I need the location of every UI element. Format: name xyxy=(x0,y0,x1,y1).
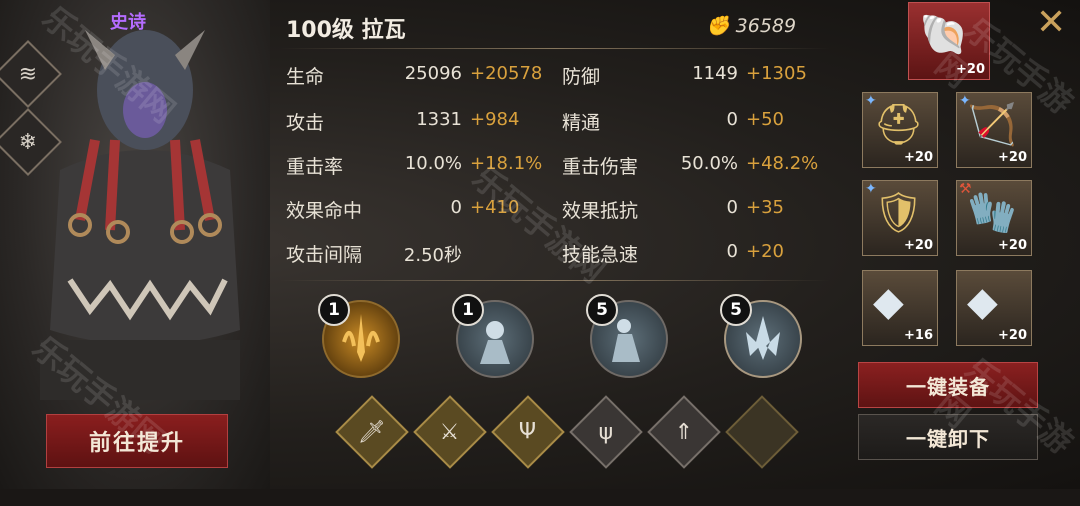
planted-sword-icon: ⚔ xyxy=(440,419,460,445)
crystal-icon: ◆ xyxy=(873,279,904,325)
stat-bonus-value: +35 xyxy=(746,197,784,218)
fist-icon: ✊ xyxy=(706,15,730,37)
stat-label: 重击率 xyxy=(286,156,344,178)
stat-bonus-value: +48.2% xyxy=(746,153,819,174)
skill-level-badge: 5 xyxy=(720,294,752,326)
stat-base-value: 1149 xyxy=(692,63,738,84)
stat-label: 效果命中 xyxy=(286,200,363,222)
stats-divider xyxy=(280,280,830,281)
stat-label: 精通 xyxy=(562,112,601,134)
triple-blade-icon: Ψ xyxy=(519,419,537,445)
character-title: 100级 拉瓦 xyxy=(286,18,406,43)
gauntlet-icon: 🧤 xyxy=(967,190,1017,236)
power-value: 36589 xyxy=(735,14,797,37)
equipment-slot-crystal-2[interactable]: ◆ +20 xyxy=(956,270,1032,346)
power-display: ✊ 36589 xyxy=(706,14,797,38)
stat-bonus-value: +1305 xyxy=(746,63,807,84)
stat-label: 防御 xyxy=(562,66,601,88)
stat-base-value: 10.0% xyxy=(404,153,462,174)
snowflake-icon: ❄ xyxy=(18,129,38,155)
stat-label: 重击伤害 xyxy=(562,156,639,178)
rising-arrow-icon: ⇑ xyxy=(674,419,694,445)
close-icon[interactable]: ✕ xyxy=(1036,2,1066,43)
stat-bonus-value: +50 xyxy=(746,109,784,130)
stat-base-value: 1331 xyxy=(416,109,462,130)
equipment-slot-crystal-1[interactable]: ◆ +16 xyxy=(862,270,938,346)
stat-base-value: 0 xyxy=(726,197,738,218)
stat-base-value: 0 xyxy=(726,241,738,262)
stat-bonus-value: +20578 xyxy=(470,63,543,84)
trident-icon: ψ xyxy=(598,419,614,445)
crystal-icon: ◆ xyxy=(967,279,998,325)
rarity-label: 史诗 xyxy=(110,12,146,33)
stat-base-value: 25096 xyxy=(404,63,462,84)
stat-base-value: 0 xyxy=(726,109,738,130)
stat-base-value: 50.0% xyxy=(680,153,738,174)
skill-level-badge: 1 xyxy=(318,294,350,326)
armor-icon: 🛡 xyxy=(873,190,924,236)
stat-bonus-value: +984 xyxy=(470,109,520,130)
stat-base-value: 2.50秒 xyxy=(403,245,462,266)
header-divider xyxy=(280,48,830,49)
stat-label: 效果抵抗 xyxy=(562,200,639,222)
equipment-slot-armor[interactable]: ✦ 🛡 +20 xyxy=(862,180,938,256)
stat-bonus-value: +20 xyxy=(746,241,784,262)
equipment-slot-helmet[interactable]: ✦ ⛑ +20 xyxy=(862,92,938,168)
skill-level-badge: 5 xyxy=(586,294,618,326)
wave-icon: ≋ xyxy=(18,61,38,87)
helmet-icon: ⛑ xyxy=(873,102,924,148)
stat-base-value: 0 xyxy=(450,197,462,218)
equipment-slot-gauntlet[interactable]: ⚒ 🧤 +20 xyxy=(956,180,1032,256)
skill-level-badge: 1 xyxy=(452,294,484,326)
stat-label: 生命 xyxy=(286,66,325,88)
stat-label: 攻击间隔 xyxy=(286,244,363,266)
stat-label: 攻击 xyxy=(286,112,325,134)
sword-icon: 🗡 xyxy=(358,419,386,445)
